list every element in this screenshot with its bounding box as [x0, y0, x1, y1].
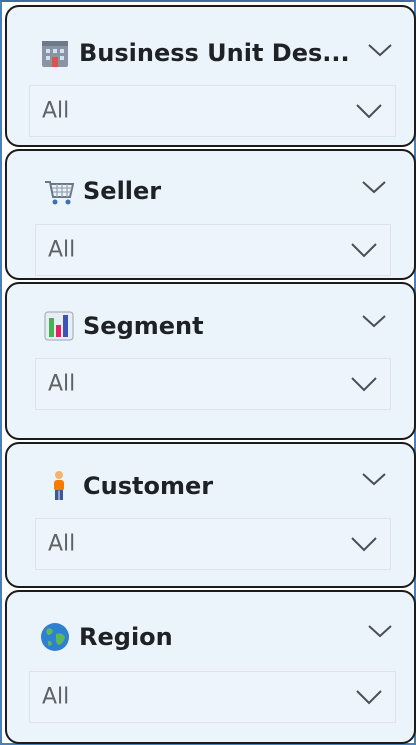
- slicer-title: Business Unit Des...: [79, 39, 350, 67]
- dropdown-value: All: [48, 371, 76, 397]
- slicer-business-unit: Business Unit Des... All: [5, 5, 416, 147]
- chevron-down-icon[interactable]: [367, 42, 393, 58]
- slicer-header: Region: [39, 621, 173, 653]
- dropdown-select[interactable]: All: [29, 85, 396, 137]
- slicer-title: Seller: [83, 177, 162, 205]
- chevron-down-icon[interactable]: [367, 623, 393, 639]
- slicer-customer: Customer All: [5, 442, 416, 588]
- chevron-down-icon[interactable]: [361, 179, 387, 195]
- chevron-down-icon: [356, 104, 382, 119]
- dropdown-value: All: [48, 237, 76, 263]
- slicer-seller: Seller All: [5, 149, 416, 280]
- dropdown-value: All: [42, 684, 70, 710]
- shopping-cart-icon: [43, 175, 75, 207]
- slicer-header: Business Unit Des...: [39, 37, 350, 69]
- chevron-down-icon: [351, 377, 377, 392]
- dropdown-value: All: [42, 98, 70, 124]
- bar-chart-icon: [43, 310, 75, 342]
- chevron-down-icon[interactable]: [361, 313, 387, 329]
- person-icon: [43, 470, 75, 502]
- dropdown-select[interactable]: All: [35, 518, 391, 570]
- office-building-icon: [39, 37, 71, 69]
- slicer-segment: Segment All: [5, 282, 416, 440]
- slicer-header: Segment: [43, 310, 204, 342]
- slicer-header: Customer: [43, 470, 213, 502]
- chevron-down-icon: [351, 537, 377, 552]
- slicer-panel: Business Unit Des... All Seller All Segm…: [0, 0, 416, 745]
- slicer-header: Seller: [43, 175, 161, 207]
- slicer-title: Customer: [83, 472, 214, 500]
- dropdown-select[interactable]: All: [29, 671, 396, 723]
- chevron-down-icon: [356, 690, 382, 705]
- chevron-down-icon[interactable]: [361, 471, 387, 487]
- dropdown-select[interactable]: All: [35, 224, 391, 276]
- globe-icon: [39, 621, 71, 653]
- chevron-down-icon: [351, 243, 377, 258]
- slicer-title: Region: [79, 623, 173, 651]
- slicer-title: Segment: [83, 312, 204, 340]
- dropdown-value: All: [48, 531, 76, 557]
- slicer-region: Region All: [5, 590, 416, 744]
- dropdown-select[interactable]: All: [35, 358, 391, 410]
